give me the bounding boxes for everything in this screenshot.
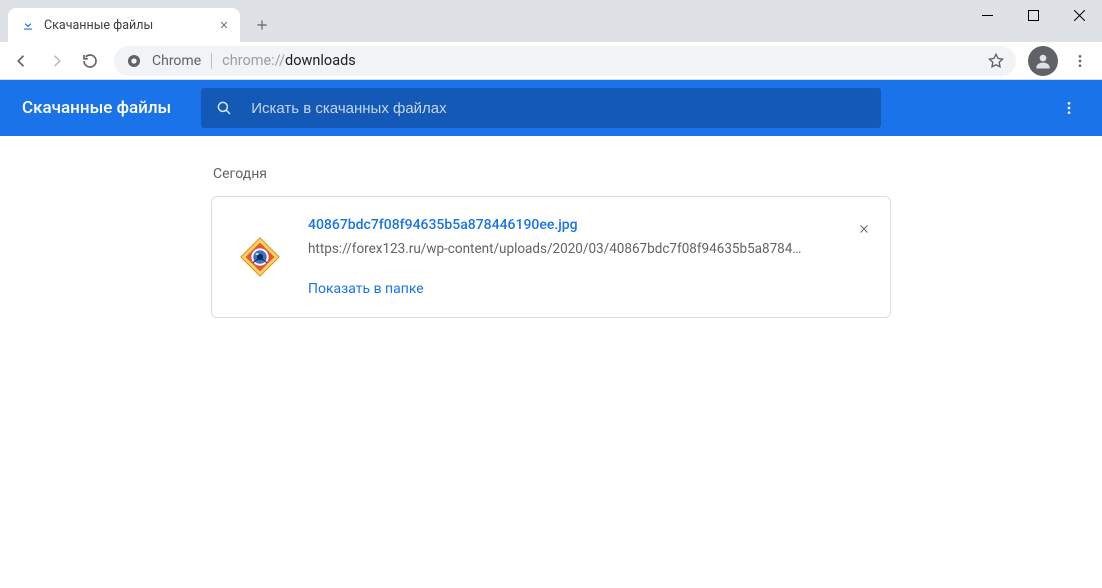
download-item-card: 40867bdc7f08f94635b5a878446190ee.jpg htt… bbox=[211, 196, 891, 318]
date-group-label: Сегодня bbox=[213, 166, 891, 182]
url-text: chrome://downloads bbox=[222, 52, 356, 69]
window-controls bbox=[964, 0, 1102, 30]
remove-download-button[interactable] bbox=[852, 217, 876, 241]
minimize-button[interactable] bbox=[964, 0, 1010, 30]
download-thumbnail bbox=[212, 197, 308, 317]
downloads-content: Сегодня 40867bdc7f08f94635b5a878446 bbox=[0, 136, 1102, 318]
search-bar[interactable] bbox=[201, 88, 881, 128]
tab-title: Скачанные файлы bbox=[44, 18, 208, 33]
new-tab-button[interactable] bbox=[248, 11, 276, 39]
profile-avatar-button[interactable] bbox=[1028, 46, 1058, 76]
window-titlebar: Скачанные файлы bbox=[0, 0, 1102, 42]
address-bar[interactable]: Chrome chrome://downloads bbox=[114, 46, 1016, 76]
browser-tab[interactable]: Скачанные файлы bbox=[8, 8, 240, 42]
search-icon bbox=[215, 99, 233, 117]
origin-chip: Chrome bbox=[152, 53, 201, 69]
browser-toolbar: Chrome chrome://downloads bbox=[0, 42, 1102, 80]
show-in-folder-link[interactable]: Показать в папке bbox=[308, 281, 878, 297]
forward-button[interactable] bbox=[40, 45, 72, 77]
close-window-button[interactable] bbox=[1056, 0, 1102, 30]
chrome-origin-icon bbox=[126, 53, 142, 69]
reload-button[interactable] bbox=[74, 45, 106, 77]
page-title: Скачанные файлы bbox=[22, 98, 171, 118]
file-preview-icon bbox=[236, 233, 284, 281]
url-prefix: chrome:// bbox=[222, 52, 285, 69]
browser-menu-button[interactable] bbox=[1064, 45, 1096, 77]
download-source-url: https://forex123.ru/wp-content/uploads/2… bbox=[308, 241, 808, 257]
url-path: downloads bbox=[285, 52, 356, 69]
download-icon bbox=[20, 17, 36, 33]
close-tab-icon[interactable] bbox=[216, 17, 232, 33]
downloads-header: Скачанные файлы bbox=[0, 80, 1102, 136]
separator bbox=[211, 53, 212, 69]
download-filename-link[interactable]: 40867bdc7f08f94635b5a878446190ee.jpg bbox=[308, 217, 878, 233]
maximize-button[interactable] bbox=[1010, 0, 1056, 30]
back-button[interactable] bbox=[6, 45, 38, 77]
downloads-menu-button[interactable] bbox=[1052, 91, 1086, 125]
bookmark-star-icon[interactable] bbox=[982, 47, 1010, 75]
search-input[interactable] bbox=[251, 100, 867, 117]
